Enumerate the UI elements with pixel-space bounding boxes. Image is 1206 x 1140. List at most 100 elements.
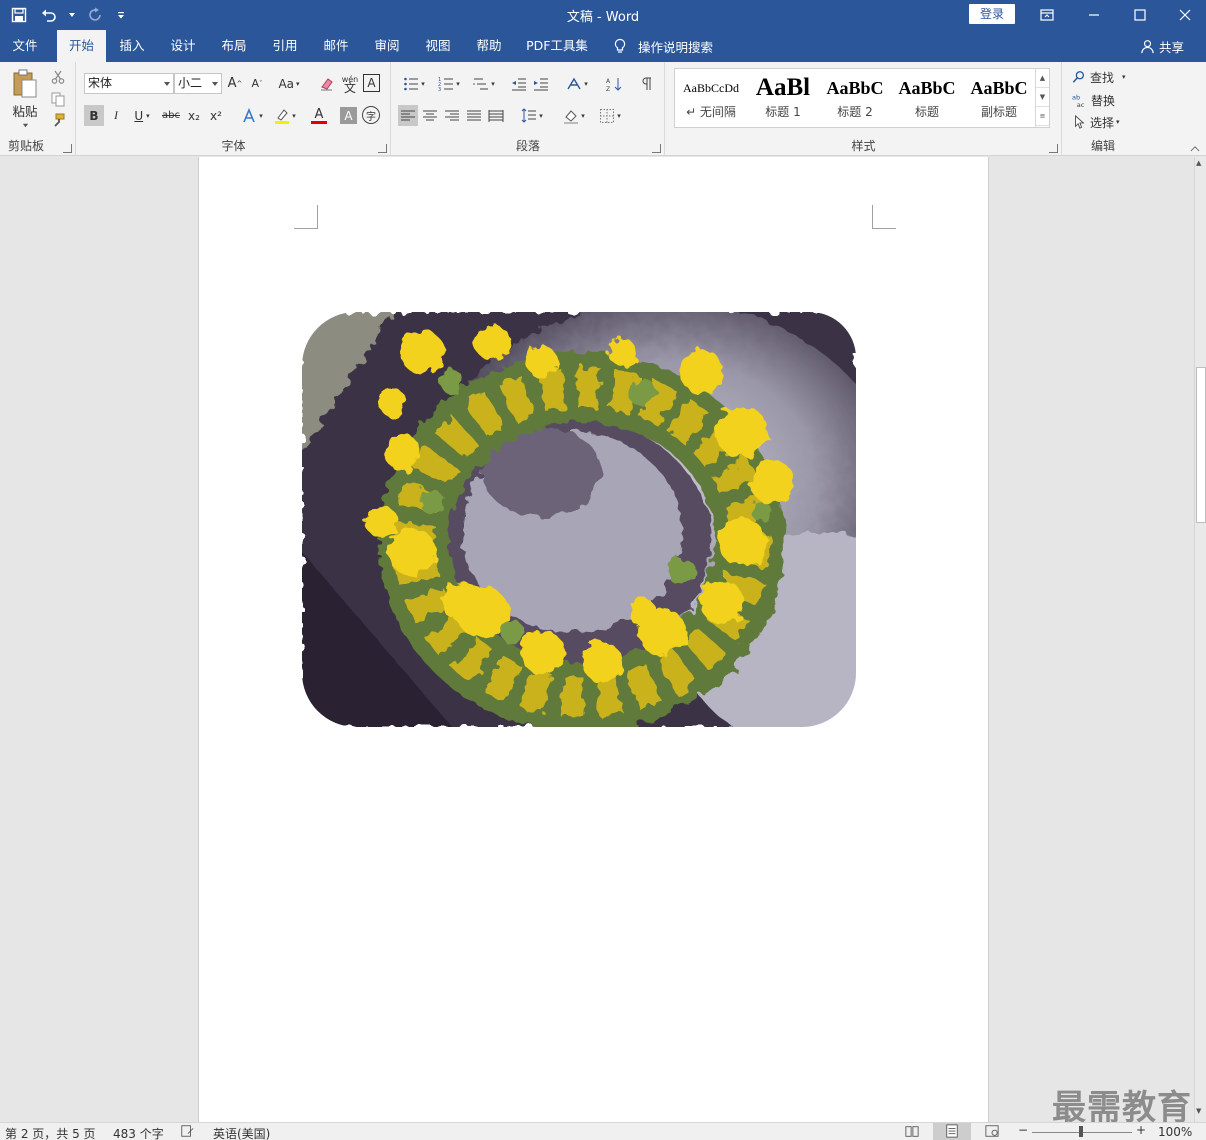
tab-review[interactable]: 审阅: [363, 30, 411, 62]
subscript-button[interactable]: x₂: [184, 105, 204, 126]
decrease-indent-icon[interactable]: [509, 73, 529, 94]
cut-icon[interactable]: [48, 68, 68, 86]
zoom-in-icon[interactable]: +: [1136, 1123, 1146, 1137]
align-center-icon[interactable]: [420, 105, 440, 126]
style-no-spacing[interactable]: AaBbCcDd ↵ 无间隔: [675, 69, 747, 127]
paragraph-launcher-icon[interactable]: [652, 144, 661, 153]
font-group: 宋体 小二 A ^ Aˇ Aa ▾ wén 文 A B I U ▾ abc x₂ x² …: [77, 62, 391, 156]
styles-scroll-up-icon[interactable]: ▲: [1036, 69, 1049, 88]
numbering-icon[interactable]: 1 2 3 ▾: [433, 73, 465, 94]
tab-view[interactable]: 视图: [414, 30, 462, 62]
page-count[interactable]: 第 2 页，共 5 页: [5, 1125, 96, 1140]
tab-file[interactable]: 文件: [0, 30, 50, 62]
font-name-combo[interactable]: 宋体: [84, 73, 174, 94]
character-shading-button[interactable]: A: [340, 107, 357, 124]
print-layout-icon[interactable]: [933, 1123, 971, 1140]
borders-icon[interactable]: ▾: [594, 105, 626, 126]
editing-group: 查找 ▾ ab ac 替换 选择 ▾ 编辑: [1063, 62, 1143, 156]
zoom-level[interactable]: 100%: [1158, 1125, 1192, 1139]
italic-button[interactable]: I: [106, 105, 126, 126]
style-subtitle[interactable]: AaBbC 副标题: [963, 69, 1035, 127]
style-heading-1[interactable]: AaBl 标题 1: [747, 69, 819, 127]
style-title[interactable]: AaBbC 标题: [891, 69, 963, 127]
strikethrough-button[interactable]: abc: [160, 105, 182, 126]
sort-icon[interactable]: AZ: [604, 73, 624, 94]
line-spacing-icon[interactable]: ▾: [516, 105, 548, 126]
align-left-icon[interactable]: [398, 105, 418, 126]
underline-button[interactable]: U ▾: [128, 105, 156, 126]
zoom-out-icon[interactable]: −: [1018, 1123, 1028, 1137]
styles-launcher-icon[interactable]: [1049, 144, 1058, 153]
shrink-font-icon[interactable]: Aˇ: [247, 73, 267, 94]
flower-wreath-picture[interactable]: [302, 312, 856, 727]
clipboard-launcher-icon[interactable]: [63, 144, 72, 153]
style-sample: AaBbC: [826, 78, 884, 98]
ribbon-display-options-icon[interactable]: [1024, 0, 1070, 30]
distributed-icon[interactable]: [486, 105, 506, 126]
share-button[interactable]: 共享: [1140, 30, 1184, 62]
clipboard-group: 粘贴 剪贴板: [0, 62, 76, 156]
enclose-characters-button[interactable]: 字: [362, 106, 380, 124]
chinese-layout-icon[interactable]: ▾: [562, 73, 592, 94]
find-button[interactable]: 查找 ▾: [1072, 68, 1136, 86]
vertical-scrollbar[interactable]: ▲ ▼: [1194, 157, 1206, 1122]
styles-more-icon[interactable]: ≡: [1036, 107, 1049, 126]
document-page[interactable]: [198, 157, 989, 1122]
align-right-icon[interactable]: [442, 105, 462, 126]
font-color-swatch: [311, 120, 327, 124]
shading-icon[interactable]: ▾: [558, 105, 590, 126]
tab-references[interactable]: 引用: [261, 30, 309, 62]
copy-icon[interactable]: [48, 90, 68, 108]
clear-formatting-icon[interactable]: [317, 73, 337, 94]
font-size-dropdown-icon: [212, 82, 218, 86]
login-button[interactable]: 登录: [969, 4, 1015, 24]
tab-mailings[interactable]: 邮件: [312, 30, 360, 62]
find-label: 查找: [1090, 70, 1115, 85]
zoom-slider-thumb[interactable]: [1079, 1126, 1083, 1137]
replace-label: 替换: [1091, 93, 1116, 108]
ribbon: 粘贴 剪贴板 宋体 小二 A ^ Aˇ Aa ▾ wén 文 A B I U ▾…: [0, 62, 1206, 156]
minimize-icon[interactable]: [1071, 0, 1117, 30]
tab-layout[interactable]: 布局: [210, 30, 258, 62]
styles-scroll-down-icon[interactable]: ▼: [1036, 88, 1049, 107]
increase-indent-icon[interactable]: [531, 73, 551, 94]
close-icon[interactable]: [1162, 0, 1206, 30]
justify-icon[interactable]: [464, 105, 484, 126]
tab-pdf-tools[interactable]: PDF工具集: [518, 30, 596, 62]
font-launcher-icon[interactable]: [378, 144, 387, 153]
word-count[interactable]: 483 个字: [113, 1125, 164, 1140]
format-painter-icon[interactable]: [48, 112, 68, 130]
style-heading-2[interactable]: AaBbC 标题 2: [819, 69, 891, 127]
replace-button[interactable]: ab ac 替换: [1072, 91, 1136, 109]
editing-group-label: 编辑: [1090, 139, 1115, 153]
tell-me-search[interactable]: 操作说明搜索: [612, 30, 713, 62]
font-color-button[interactable]: A: [304, 105, 334, 126]
collapse-ribbon-icon[interactable]: [1188, 142, 1202, 154]
character-border-icon[interactable]: A: [363, 74, 380, 92]
multilevel-list-icon[interactable]: ▾: [468, 73, 500, 94]
bold-button[interactable]: B: [84, 105, 104, 126]
tab-insert[interactable]: 插入: [108, 30, 156, 62]
grow-font-icon[interactable]: A ^: [225, 73, 245, 94]
web-layout-icon[interactable]: [985, 1124, 999, 1140]
language-status[interactable]: 英语(美国): [213, 1125, 270, 1140]
scroll-up-icon[interactable]: ▲: [1196, 159, 1201, 167]
bullets-icon[interactable]: ▾: [398, 73, 430, 94]
scroll-down-icon[interactable]: ▼: [1196, 1107, 1201, 1115]
text-effects-button[interactable]: ▾: [237, 105, 267, 126]
maximize-icon[interactable]: [1117, 0, 1163, 30]
superscript-button[interactable]: x²: [206, 105, 226, 126]
change-case-button[interactable]: Aa ▾: [274, 73, 304, 94]
select-button[interactable]: 选择 ▾: [1072, 113, 1136, 131]
show-marks-icon[interactable]: [636, 73, 656, 94]
font-size-combo[interactable]: 小二: [174, 73, 222, 94]
phonetic-guide-icon[interactable]: wén 文: [340, 73, 360, 94]
highlight-button[interactable]: ▾: [270, 105, 300, 126]
tab-help[interactable]: 帮助: [465, 30, 513, 62]
paste-button[interactable]: 粘贴: [6, 66, 44, 132]
tab-home[interactable]: 开始: [57, 30, 106, 62]
tab-design[interactable]: 设计: [159, 30, 207, 62]
read-mode-icon[interactable]: [905, 1124, 919, 1140]
proofing-icon[interactable]: [180, 1124, 194, 1140]
scrollbar-thumb[interactable]: [1196, 367, 1206, 523]
